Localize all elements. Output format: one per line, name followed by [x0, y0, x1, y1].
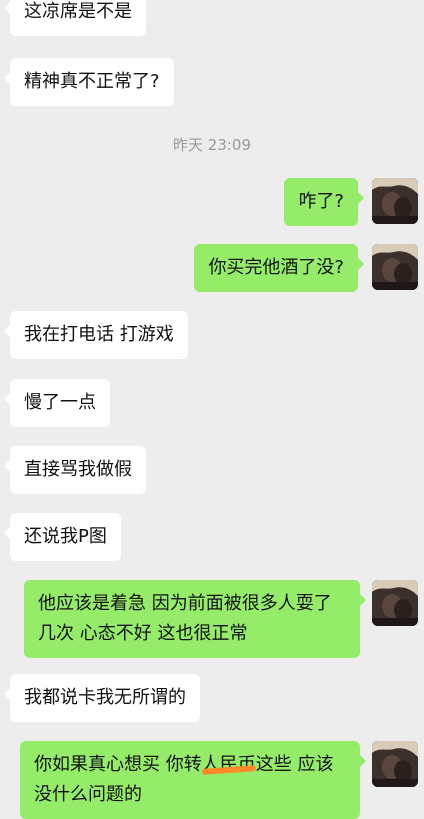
user-avatar[interactable]	[372, 178, 418, 224]
scribbled-text: 人民币	[201, 754, 256, 775]
avatar-photo-icon	[372, 741, 418, 787]
avatar-photo-icon	[372, 244, 418, 290]
incoming-message[interactable]: 我在打电话 打游戏	[4, 311, 188, 359]
outgoing-message[interactable]: 你如果真心想买 你转人民币 这些 应该没什么问题的	[20, 741, 366, 819]
incoming-message[interactable]: 直接骂我做假	[4, 446, 146, 494]
incoming-message[interactable]: 我都说卡我无所谓的	[4, 674, 200, 722]
message-text: 你如果真心想买 你转	[34, 754, 202, 775]
incoming-message[interactable]: 还说我P图	[4, 513, 121, 561]
outgoing-message[interactable]: 你买完他酒了没?	[194, 244, 364, 292]
user-avatar[interactable]	[372, 741, 418, 787]
outgoing-message[interactable]: 咋了?	[284, 178, 364, 226]
chat-thread: 这凉席是不是 精神真不正常了? 昨天 23:09 咋了? 你买完他酒了没? 我在…	[0, 0, 424, 819]
message-timestamp: 昨天 23:09	[173, 136, 251, 154]
avatar-photo-icon	[372, 580, 418, 626]
user-avatar[interactable]	[372, 580, 418, 626]
outgoing-message[interactable]: 他应该是着急 因为前面被很多人耍了几次 心态不好 这也很正常	[24, 580, 366, 658]
incoming-message[interactable]: 这凉席是不是	[4, 0, 146, 36]
incoming-message[interactable]: 慢了一点	[4, 379, 110, 427]
user-avatar[interactable]	[372, 244, 418, 290]
incoming-message[interactable]: 精神真不正常了?	[4, 58, 174, 106]
avatar-photo-icon	[372, 178, 418, 224]
